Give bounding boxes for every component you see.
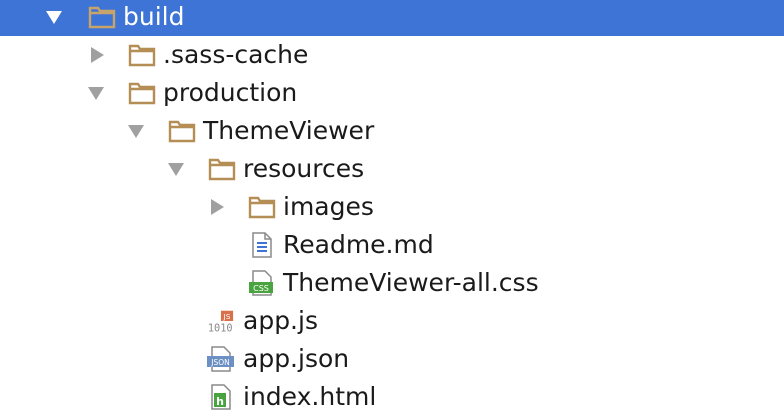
tree-row-production[interactable]: production	[0, 74, 784, 112]
collapsed-triangle-icon[interactable]	[87, 45, 107, 65]
tree-label: ThemeViewer	[203, 116, 375, 145]
tree-row-readme[interactable]: Readme.md	[0, 226, 784, 264]
folder-icon	[88, 6, 116, 29]
tree-row-build[interactable]: build	[0, 0, 784, 36]
folder-icon	[128, 44, 156, 67]
json-badge: JSON	[210, 358, 230, 367]
folder-icon	[248, 196, 276, 219]
json-file-icon: JSON	[207, 346, 234, 372]
tree-label: app.json	[243, 344, 350, 373]
folder-icon	[128, 82, 156, 105]
tree-label: .sass-cache	[163, 40, 309, 69]
html-file-icon: h	[211, 384, 231, 410]
tree-row-app-js[interactable]: 1010 JS app.js	[0, 302, 784, 340]
tree-label: resources	[243, 154, 365, 183]
tree-row-themeviewer[interactable]: ThemeViewer	[0, 112, 784, 150]
tree-label: Readme.md	[283, 230, 434, 259]
expanded-triangle-icon[interactable]	[44, 7, 64, 27]
tree-label: build	[123, 2, 185, 31]
expanded-triangle-icon[interactable]	[166, 159, 186, 179]
html-badge: h	[216, 395, 224, 408]
tree-label: ThemeViewer-all.css	[283, 268, 539, 297]
tree-label: production	[163, 78, 298, 107]
collapsed-triangle-icon[interactable]	[207, 197, 227, 217]
css-badge: CSS	[253, 284, 269, 293]
js-file-icon: 1010 JS	[208, 310, 234, 334]
binary-text: 1010	[208, 322, 233, 334]
tree-label: images	[283, 192, 374, 221]
tree-row-themeviewer-all-css[interactable]: CSS ThemeViewer-all.css	[0, 264, 784, 302]
tree-label: index.html	[243, 382, 377, 411]
tree-row-index-html[interactable]: h index.html	[0, 378, 784, 416]
tree-row-sass-cache[interactable]: .sass-cache	[0, 36, 784, 74]
tree-row-images[interactable]: images	[0, 188, 784, 226]
text-file-icon	[252, 232, 272, 258]
folder-icon	[168, 120, 196, 143]
tree-label: app.js	[243, 306, 318, 335]
tree-row-resources[interactable]: resources	[0, 150, 784, 188]
css-file-icon: CSS	[249, 270, 273, 296]
folder-icon	[208, 158, 236, 181]
project-file-tree: build .sass-cache production ThemeViewer…	[0, 0, 784, 420]
js-badge: JS	[223, 312, 231, 321]
expanded-triangle-icon[interactable]	[86, 83, 106, 103]
expanded-triangle-icon[interactable]	[126, 121, 146, 141]
tree-row-app-json[interactable]: JSON app.json	[0, 340, 784, 378]
